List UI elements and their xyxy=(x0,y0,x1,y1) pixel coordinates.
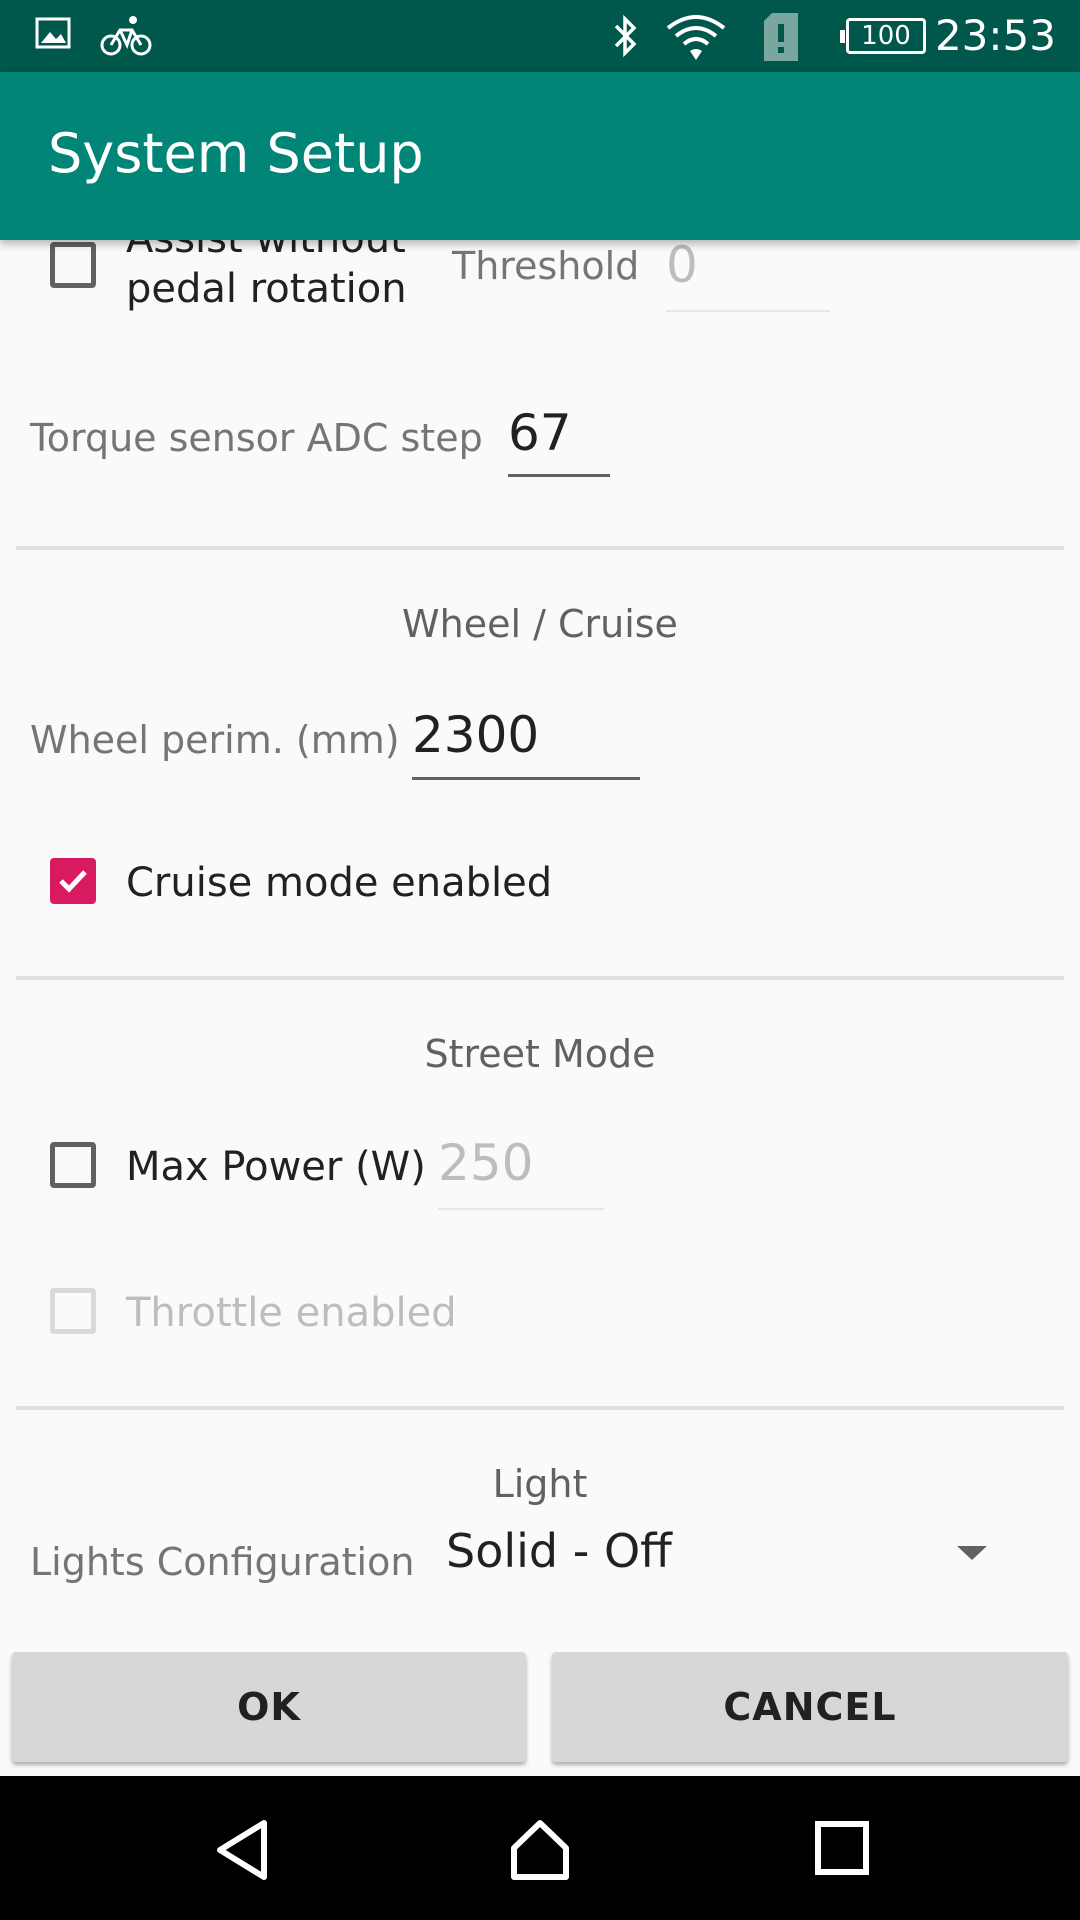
back-icon[interactable] xyxy=(212,1818,272,1886)
battery-icon: 100 xyxy=(840,18,926,54)
settings-scroll-view[interactable]: Assist without pedal rotation Threshold … xyxy=(0,240,1080,1640)
lights-config-label: Lights Configuration xyxy=(30,1540,415,1584)
ok-button[interactable]: OK xyxy=(12,1652,526,1762)
wheel-perim-input[interactable]: 2300 xyxy=(412,706,539,764)
max-power-label: Max Power (W) xyxy=(126,1144,426,1190)
bicycle-icon xyxy=(100,14,152,62)
section-title-street-mode: Street Mode xyxy=(424,1032,656,1076)
wheel-perim-underline xyxy=(412,777,640,780)
section-title-light: Light xyxy=(492,1462,588,1506)
wheel-perim-label: Wheel perim. (mm) xyxy=(30,718,400,762)
divider xyxy=(16,1406,1064,1410)
threshold-underline xyxy=(666,310,830,312)
throttle-enabled-checkbox[interactable] xyxy=(50,1288,96,1334)
adc-step-label: Torque sensor ADC step xyxy=(30,416,483,460)
page-title: System Setup xyxy=(48,122,424,185)
divider xyxy=(16,976,1064,980)
divider xyxy=(16,546,1064,550)
lights-config-value: Solid - Off xyxy=(446,1524,672,1578)
max-power-input[interactable]: 250 xyxy=(438,1134,533,1192)
bluetooth-icon xyxy=(610,14,642,62)
app-bar: System Setup xyxy=(0,72,1080,240)
sim-alert-icon xyxy=(762,12,800,66)
assist-without-pedal-label: Assist without pedal rotation xyxy=(126,240,407,312)
image-icon xyxy=(34,14,74,58)
dialog-buttons: OK CANCEL xyxy=(0,1640,1080,1776)
navigation-bar xyxy=(0,1776,1080,1920)
cruise-mode-checkbox[interactable] xyxy=(50,858,96,904)
section-title-wheel-cruise: Wheel / Cruise xyxy=(402,602,678,646)
clock: 23:53 xyxy=(934,11,1056,60)
wifi-icon xyxy=(666,14,726,66)
max-power-checkbox[interactable] xyxy=(50,1142,96,1188)
adc-step-underline xyxy=(508,474,610,477)
threshold-input[interactable]: 0 xyxy=(666,240,698,294)
assist-without-pedal-checkbox[interactable] xyxy=(50,242,96,288)
recents-icon[interactable] xyxy=(814,1820,870,1880)
lights-config-dropdown[interactable]: Solid - Off xyxy=(440,1524,1000,1592)
adc-step-input[interactable]: 67 xyxy=(508,404,572,462)
dropdown-arrow-icon xyxy=(956,1544,988,1566)
check-icon xyxy=(59,870,87,893)
cancel-button[interactable]: CANCEL xyxy=(552,1652,1068,1762)
cruise-mode-label: Cruise mode enabled xyxy=(126,860,553,906)
threshold-label: Threshold xyxy=(452,244,640,288)
status-bar: 100 23:53 xyxy=(0,0,1080,72)
home-icon[interactable] xyxy=(508,1818,572,1886)
throttle-enabled-label: Throttle enabled xyxy=(126,1290,457,1336)
max-power-underline xyxy=(438,1208,604,1210)
